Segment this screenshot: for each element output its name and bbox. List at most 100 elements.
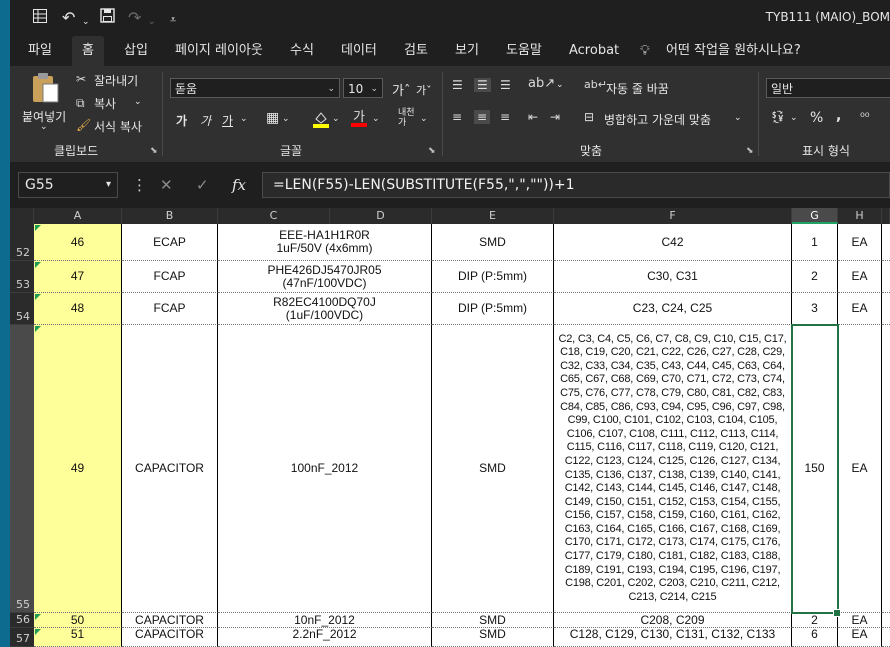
- increase-font-icon[interactable]: 가ˆ: [392, 80, 410, 99]
- alignment-launcher-icon[interactable]: ⬊: [746, 146, 754, 156]
- undo-dropdown-icon[interactable]: ⌄: [82, 12, 90, 32]
- column-header-i[interactable]: [882, 208, 890, 224]
- row-header-55[interactable]: 55: [10, 325, 34, 613]
- table-cell[interactable]: 1: [792, 224, 838, 261]
- bold-icon[interactable]: 가: [176, 112, 187, 129]
- table-cell[interactable]: SMD: [432, 224, 554, 261]
- table-cell[interactable]: C30, C31: [554, 261, 792, 293]
- name-box[interactable]: G55 ▾: [18, 172, 118, 198]
- table-cell[interactable]: C42: [554, 224, 792, 261]
- table-cell[interactable]: 49: [34, 325, 122, 613]
- increase-indent-icon[interactable]: ⇥: [550, 110, 560, 124]
- row-header-57[interactable]: 57: [10, 628, 34, 647]
- table-cell[interactable]: EA: [838, 224, 882, 261]
- cut-button[interactable]: 잘라내기: [94, 72, 138, 89]
- table-cell[interactable]: 51: [34, 628, 122, 647]
- percent-icon[interactable]: %: [810, 110, 823, 126]
- cancel-icon[interactable]: ✕: [160, 176, 173, 194]
- table-cell[interactable]: CAPACITOR: [122, 325, 218, 613]
- table-cell[interactable]: 48: [34, 293, 122, 325]
- column-header-c[interactable]: C: [218, 208, 330, 224]
- phonetic-dropdown-icon[interactable]: ⌄: [420, 114, 428, 124]
- formula-input[interactable]: =LEN(F55)-LEN(SUBSTITUTE(F55,",",""))+1: [262, 172, 890, 198]
- phonetic-icon[interactable]: 내천 가: [398, 108, 415, 128]
- error-indicator-icon[interactable]: [35, 614, 41, 620]
- copy-icon[interactable]: ⧉: [76, 96, 85, 111]
- save-icon[interactable]: [100, 8, 115, 28]
- table-cell[interactable]: 3: [792, 293, 838, 325]
- merge-dropdown-icon[interactable]: ⌄: [734, 113, 742, 123]
- row-header-53[interactable]: 53: [10, 261, 34, 293]
- decrease-font-icon[interactable]: 가ˇ: [416, 82, 432, 98]
- column-header-b[interactable]: B: [122, 208, 218, 224]
- align-top-icon[interactable]: ☰: [452, 78, 463, 92]
- font-name-combo[interactable]: 돋움 ⌄: [170, 78, 340, 98]
- table-cell[interactable]: 6: [792, 628, 838, 647]
- fill-handle[interactable]: [833, 609, 841, 617]
- table-cell[interactable]: EA: [838, 613, 882, 628]
- tab-home[interactable]: 홈: [72, 36, 104, 66]
- column-header-h[interactable]: H: [838, 208, 882, 224]
- table-cell[interactable]: C2, C3, C4, C5, C6, C7, C8, C9, C10, C15…: [554, 325, 792, 613]
- comma-style-icon[interactable]: ,: [836, 108, 841, 124]
- table-cell[interactable]: ECAP: [122, 224, 218, 261]
- column-header-e[interactable]: E: [432, 208, 554, 224]
- copy-button[interactable]: 복사: [94, 95, 116, 112]
- wrap-text-button[interactable]: 자동 줄 바꿈: [606, 80, 669, 97]
- font-launcher-icon[interactable]: ⬊: [428, 146, 436, 156]
- accounting-dropdown-icon[interactable]: ⌄: [790, 113, 798, 123]
- tab-insert[interactable]: 삽입: [124, 36, 148, 66]
- font-size-combo[interactable]: 10 ⌄: [343, 78, 383, 98]
- table-cell[interactable]: FCAP: [122, 293, 218, 325]
- table-cell[interactable]: SMD: [432, 628, 554, 647]
- select-all-corner[interactable]: [10, 208, 34, 224]
- wrap-text-icon[interactable]: ab↵: [584, 78, 607, 91]
- table-cell[interactable]: EEE-HA1H1R0R 1uF/50V (4x6mm): [218, 224, 432, 261]
- table-cell[interactable]: 47: [34, 261, 122, 293]
- accounting-format-icon[interactable]: 💱︎: [770, 110, 785, 124]
- tab-help[interactable]: 도움말: [506, 36, 542, 66]
- align-right-icon[interactable]: ≡: [500, 110, 510, 124]
- underline-dropdown-icon[interactable]: ⌄: [240, 114, 248, 124]
- tab-formulas[interactable]: 수식: [290, 36, 314, 66]
- row-header-52[interactable]: 52: [10, 224, 34, 261]
- error-indicator-icon[interactable]: [35, 629, 41, 635]
- table-cell[interactable]: SMD: [432, 325, 554, 613]
- selected-cell-g55[interactable]: 150: [792, 325, 838, 613]
- align-bottom-icon[interactable]: ☰: [500, 78, 511, 92]
- table-cell[interactable]: CAPACITOR: [122, 613, 218, 628]
- copy-dropdown-icon[interactable]: ⌄: [134, 97, 142, 107]
- decrease-indent-icon[interactable]: ⇤: [528, 110, 538, 124]
- borders-dropdown-icon[interactable]: ⌄: [282, 114, 290, 124]
- tell-me-search[interactable]: 어떤 작업을 원하시나요?: [666, 36, 801, 66]
- align-left-icon[interactable]: ≡: [452, 110, 462, 124]
- align-middle-icon[interactable]: ☰: [474, 78, 491, 92]
- italic-icon[interactable]: 가: [200, 112, 211, 129]
- table-cell[interactable]: 100nF_2012: [218, 325, 432, 613]
- table-cell[interactable]: C23, C24, C25: [554, 293, 792, 325]
- table-cell[interactable]: EA: [838, 261, 882, 293]
- table-cell[interactable]: DIP (P:5mm): [432, 261, 554, 293]
- orientation-icon[interactable]: ab↗: [528, 76, 555, 91]
- table-cell[interactable]: FCAP: [122, 261, 218, 293]
- autosave-icon[interactable]: [32, 8, 48, 29]
- table-cell[interactable]: [882, 261, 890, 293]
- tab-review[interactable]: 검토: [404, 36, 428, 66]
- merge-center-button[interactable]: 병합하고 가운데 맞춤: [604, 111, 711, 128]
- more-options-icon[interactable]: ⋮: [132, 176, 147, 194]
- table-cell[interactable]: 2: [792, 261, 838, 293]
- error-indicator-icon[interactable]: [35, 262, 41, 268]
- paste-icon[interactable]: [30, 72, 60, 107]
- font-color-dropdown-icon[interactable]: ⌄: [372, 114, 380, 124]
- cut-icon[interactable]: ✂: [76, 72, 86, 86]
- table-cell[interactable]: EA: [838, 628, 882, 647]
- table-cell[interactable]: CAPACITOR: [122, 628, 218, 647]
- borders-icon[interactable]: ▦: [266, 110, 279, 126]
- row-header-56[interactable]: 56: [10, 613, 34, 628]
- tab-acrobat[interactable]: Acrobat: [569, 36, 619, 66]
- table-cell[interactable]: C208, C209: [554, 613, 792, 628]
- table-cell[interactable]: [882, 293, 890, 325]
- insert-function-icon[interactable]: fx: [232, 176, 246, 194]
- table-cell[interactable]: SMD: [432, 613, 554, 628]
- table-cell[interactable]: [882, 224, 890, 261]
